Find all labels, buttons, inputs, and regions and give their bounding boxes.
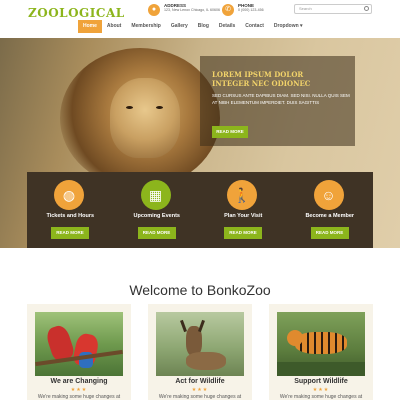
search-input[interactable]: Search bbox=[294, 4, 372, 14]
phone-icon: ✆ bbox=[222, 4, 234, 16]
calendar-icon: ▦ bbox=[140, 180, 171, 210]
page: ZOOLOGICAL ● ADDRESS 123, New Lenox Chic… bbox=[0, 0, 400, 400]
search-icon[interactable] bbox=[364, 6, 369, 11]
feature-title: Upcoming Events bbox=[133, 213, 180, 219]
card-title: Support Wildlife bbox=[294, 378, 348, 385]
feature-title: Become a Member bbox=[305, 213, 355, 219]
star-rating: ★★★ bbox=[191, 387, 209, 393]
address-value: 123, New Lenox Chicago, IL 60606 bbox=[164, 8, 221, 12]
basketball-icon: ◍ bbox=[54, 180, 84, 210]
header: ZOOLOGICAL ● ADDRESS 123, New Lenox Chic… bbox=[0, 0, 400, 38]
feature-read-more-button[interactable]: READ MORE bbox=[137, 227, 176, 239]
card-description: We're making some huge changes at bbox=[158, 394, 242, 400]
star-rating: ★★★ bbox=[312, 387, 330, 393]
welcome-heading: Welcome to BonkoZoo bbox=[129, 282, 271, 298]
card-title: We are Changing bbox=[50, 378, 108, 385]
feature-title: Plan Your Visit bbox=[224, 213, 263, 219]
nav-about[interactable]: About bbox=[102, 20, 126, 33]
phone-value: 0 (000) 123-456 bbox=[238, 8, 264, 12]
card-act[interactable]: Act for Wildlife ★★★ We're making some h… bbox=[148, 304, 252, 400]
features-band: ◍ Tickets and Hours READ MORE ▦ Upcoming… bbox=[27, 172, 373, 248]
nav-gallery[interactable]: Gallery bbox=[166, 20, 193, 33]
card-title: Act for Wildlife bbox=[175, 378, 225, 385]
cards-row: We are Changing ★★★ We're making some hu… bbox=[27, 304, 373, 400]
lion-face-image bbox=[110, 78, 180, 158]
site-logo[interactable]: ZOOLOGICAL bbox=[28, 6, 125, 20]
hero-text: SED CURSUS ANTE DAPIBUS DIAM. SED NISI. … bbox=[212, 93, 350, 105]
feature-read-more-button[interactable]: READ MORE bbox=[51, 227, 89, 239]
feature-read-more-button[interactable]: READ MORE bbox=[224, 227, 262, 239]
main-nav: Home About Membership Gallery Blog Detai… bbox=[78, 20, 308, 33]
hero-title-line-2: INTEGER NEC ODIONEC bbox=[212, 79, 311, 88]
nav-contact[interactable]: Contact bbox=[240, 20, 269, 33]
tiger-image bbox=[277, 312, 365, 376]
feature-visit: 🚶 Plan Your Visit READ MORE bbox=[200, 172, 287, 248]
lion-eye bbox=[126, 106, 133, 109]
nav-details[interactable]: Details bbox=[214, 20, 240, 33]
map-pin-icon: ● bbox=[148, 4, 160, 16]
antelope-image bbox=[156, 312, 244, 376]
feature-member: ☺ Become a Member READ MORE bbox=[287, 172, 374, 248]
hero-title-line-1: LOREM IPSUM DOLOR bbox=[212, 70, 304, 79]
feature-events: ▦ Upcoming Events READ MORE bbox=[114, 172, 201, 248]
nav-dropdown[interactable]: Dropdown ▾ bbox=[269, 20, 308, 33]
nav-blog[interactable]: Blog bbox=[193, 20, 214, 33]
nav-home[interactable]: Home bbox=[78, 20, 102, 33]
hero-title: LOREM IPSUM DOLOR INTEGER NEC ODIONEC bbox=[212, 70, 352, 88]
feature-tickets: ◍ Tickets and Hours READ MORE bbox=[27, 172, 114, 248]
card-description: We're making some huge changes at bbox=[37, 394, 121, 400]
phone-block: ✆ PHONE 0 (000) 123-456 bbox=[222, 3, 264, 16]
group-icon: ☺ bbox=[313, 180, 344, 210]
address-block: ● ADDRESS 123, New Lenox Chicago, IL 606… bbox=[148, 3, 220, 16]
nav-membership[interactable]: Membership bbox=[126, 20, 165, 33]
card-support[interactable]: Support Wildlife ★★★ We're making some h… bbox=[269, 304, 373, 400]
hero-read-more-button[interactable]: READ MORE bbox=[212, 126, 248, 138]
feature-read-more-button[interactable]: READ MORE bbox=[310, 227, 349, 239]
lion-eye bbox=[156, 106, 163, 109]
walking-icon: 🚶 bbox=[227, 180, 257, 210]
feature-title: Tickets and Hours bbox=[46, 213, 95, 219]
star-rating: ★★★ bbox=[70, 387, 88, 393]
card-changing[interactable]: We are Changing ★★★ We're making some hu… bbox=[27, 304, 131, 400]
parrots-image bbox=[35, 312, 123, 376]
card-description: We're making some huge changes at bbox=[279, 394, 363, 400]
